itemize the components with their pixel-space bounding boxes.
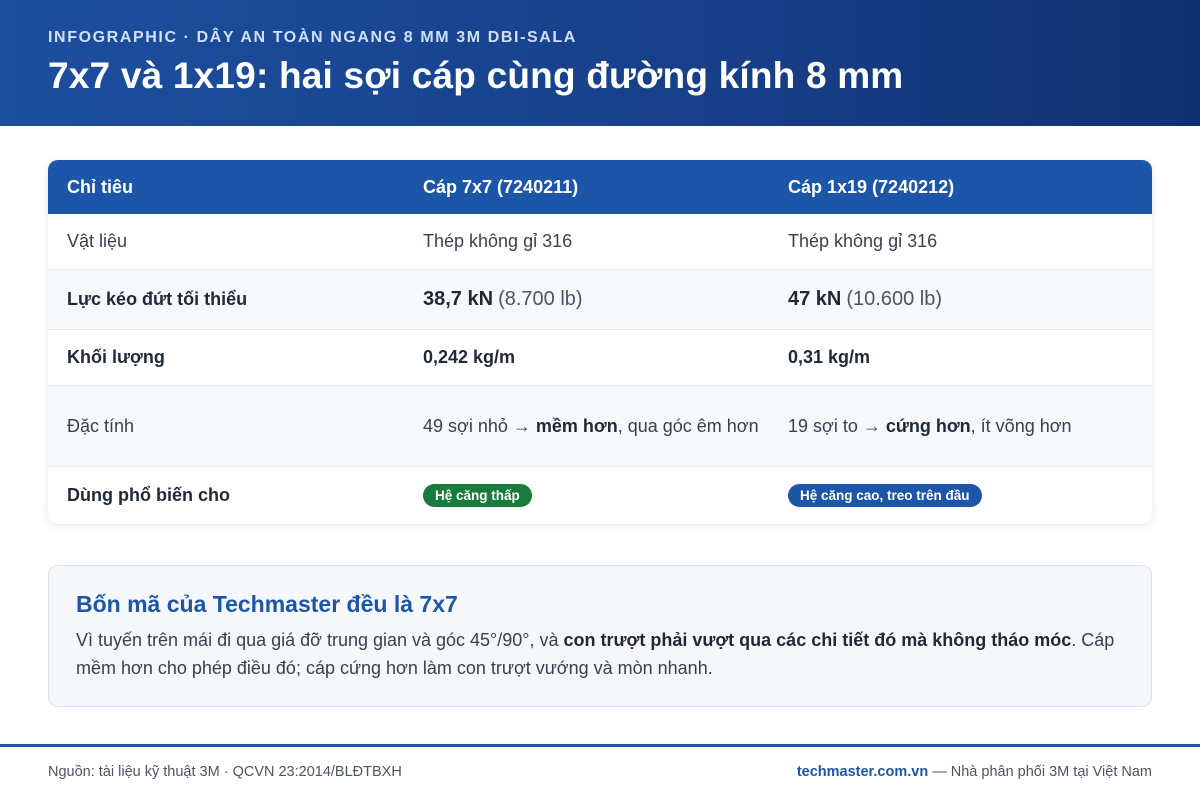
traits-1x19-strong: cứng hơn	[885, 415, 971, 436]
table-row-traits: Đặc tính 49 sợi nhỏ → mềm hơn, qua góc ê…	[48, 386, 1152, 467]
page-header: INFOGRAPHIC · DÂY AN TOÀN NGANG 8 MM 3M …	[0, 0, 1200, 126]
traits-1x19-pre: 19 sợi to →	[788, 415, 886, 436]
header-kicker: INFOGRAPHIC · DÂY AN TOÀN NGANG 8 MM 3M …	[48, 29, 577, 46]
column-header-criteria: Chỉ tiêu	[67, 176, 133, 197]
footer-tagline: — Nhà phân phối 3M tại Việt Nam	[928, 764, 1152, 780]
cell-material-7x7: Thép không gỉ 316	[423, 231, 573, 251]
table-row-material: Vật liệu Thép không gỉ 316 Thép không gỉ…	[48, 214, 1152, 270]
table-row-breaking-strength: Lực kéo đứt tối thiểu 38,7 kN (8.700 lb)…	[48, 270, 1152, 330]
note-body-pre: Vì tuyến trên mái đi qua giá đỡ trung gi…	[76, 630, 564, 650]
footer-site-link[interactable]: techmaster.com.vn	[797, 764, 928, 780]
breaking-7x7-kn: 38,7 kN	[423, 288, 494, 310]
traits-1x19-post: , ít võng hơn	[970, 415, 1072, 436]
traits-7x7-pre: 49 sợi nhỏ →	[423, 415, 536, 436]
page-title: 7x7 và 1x19: hai sợi cáp cùng đường kính…	[48, 55, 904, 96]
row-label-usage: Dùng phổ biến cho	[67, 485, 230, 505]
usage-badge-high-tension: Hệ căng cao, treo trên đầu	[788, 484, 982, 507]
table-row-weight: Khối lượng 0,242 kg/m 0,31 kg/m	[48, 330, 1152, 386]
traits-7x7-strong: mềm hơn	[535, 415, 618, 436]
cell-usage-7x7: Hệ căng thấp	[423, 484, 788, 507]
breaking-7x7-lb: (8.700 lb)	[498, 288, 583, 310]
note-title: Bốn mã của Techmaster đều là 7x7	[76, 591, 458, 617]
row-label-weight: Khối lượng	[67, 347, 165, 367]
column-header-7x7: Cáp 7x7 (7240211)	[423, 176, 579, 197]
cell-weight-7x7: 0,242 kg/m	[423, 347, 516, 367]
table-row-usage: Dùng phổ biến cho Hệ căng thấp Hệ căng c…	[48, 467, 1152, 524]
cell-weight-1x19: 0,31 kg/m	[788, 347, 871, 367]
footer-divider	[0, 744, 1200, 747]
cell-traits-7x7: 49 sợi nhỏ → mềm hơn, qua góc êm hơn	[423, 414, 788, 439]
row-label-breaking-strength: Lực kéo đứt tối thiểu	[67, 289, 248, 309]
cell-breaking-7x7: 38,7 kN (8.700 lb)	[423, 288, 788, 311]
note-body-strong: con trượt phải vượt qua các chi tiết đó …	[563, 630, 1072, 650]
row-label-traits: Đặc tính	[67, 415, 135, 436]
cell-usage-1x19: Hệ căng cao, treo trên đầu	[788, 484, 1152, 507]
table-header-row: Chỉ tiêu Cáp 7x7 (7240211) Cáp 1x19 (724…	[48, 160, 1152, 214]
breaking-1x19-kn: 47 kN	[788, 288, 842, 310]
column-header-1x19: Cáp 1x19 (7240212)	[788, 176, 955, 197]
note-body: Vì tuyến trên mái đi qua giá đỡ trung gi…	[76, 626, 1124, 682]
footer-source: Nguồn: tài liệu kỹ thuật 3M · QCVN 23:20…	[48, 764, 402, 780]
traits-7x7-post: , qua góc êm hơn	[617, 415, 759, 436]
page-footer: Nguồn: tài liệu kỹ thuật 3M · QCVN 23:20…	[48, 762, 1152, 782]
cell-traits-1x19: 19 sợi to → cứng hơn, ít võng hơn	[788, 414, 1152, 439]
cell-breaking-1x19: 47 kN (10.600 lb)	[788, 288, 1152, 311]
comparison-table: Chỉ tiêu Cáp 7x7 (7240211) Cáp 1x19 (724…	[48, 160, 1152, 524]
row-label-material: Vật liệu	[67, 231, 128, 251]
footer-credit: techmaster.com.vn — Nhà phân phối 3M tại…	[797, 764, 1152, 780]
cell-material-1x19: Thép không gỉ 316	[788, 231, 938, 251]
usage-badge-low-tension: Hệ căng thấp	[423, 484, 532, 507]
breaking-1x19-lb: (10.600 lb)	[846, 288, 943, 310]
note-box: Bốn mã của Techmaster đều là 7x7 Vì tuyế…	[48, 565, 1152, 707]
